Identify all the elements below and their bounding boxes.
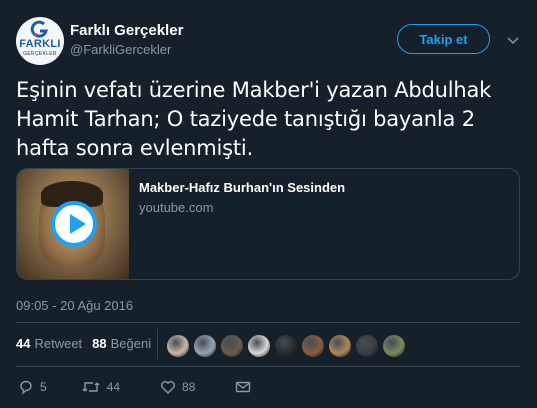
avatar-logo-sub: GERÇEKLER <box>23 51 57 57</box>
divider <box>16 366 520 367</box>
play-icon[interactable] <box>51 201 97 247</box>
tweet-text: Eşinin vefatı üzerine Makber'i yazan Abd… <box>16 78 492 160</box>
avatar[interactable]: FARKLI GERÇEKLER <box>16 17 64 65</box>
card-thumbnail[interactable] <box>17 169 129 279</box>
liker-avatar[interactable] <box>247 334 271 358</box>
like-button[interactable]: 88 <box>160 379 195 395</box>
retweet-icon <box>81 379 101 395</box>
liker-avatars <box>166 334 409 358</box>
like-stat-label: Beğeni <box>110 336 152 351</box>
retweet-button[interactable]: 44 <box>81 379 120 395</box>
stats-separator <box>157 329 158 359</box>
author-name[interactable]: Farklı Gerçekler <box>70 22 183 39</box>
liker-avatar[interactable] <box>355 334 379 358</box>
direct-message-button[interactable] <box>235 379 251 395</box>
tweet-actions: 5 44 88 <box>16 376 251 398</box>
like-stat-count: 88 <box>92 336 107 351</box>
follow-button[interactable]: Takip et <box>397 24 490 54</box>
reply-button[interactable]: 5 <box>18 379 47 395</box>
like-count: 88 <box>182 380 196 394</box>
reply-count: 5 <box>40 380 47 394</box>
divider <box>16 322 520 323</box>
retweet-stat-count: 44 <box>16 336 31 351</box>
heart-icon <box>160 379 176 395</box>
liker-avatar[interactable] <box>301 334 325 358</box>
retweet-stat-label: Retweet <box>34 336 83 351</box>
card-title[interactable]: Makber-Hafız Burhan'ın Sesinden <box>139 180 345 195</box>
envelope-icon <box>235 379 251 395</box>
liker-avatar[interactable] <box>193 334 217 358</box>
retweet-count: 44 <box>106 380 121 394</box>
engagement-stats: 44 Retweet 88 Beğeni <box>16 336 161 351</box>
liker-avatar[interactable] <box>166 334 190 358</box>
reply-icon <box>18 379 34 395</box>
card-domain: youtube.com <box>139 200 214 215</box>
liker-avatar[interactable] <box>382 334 406 358</box>
author-handle[interactable]: @FarkliGercekler <box>70 42 171 57</box>
link-card[interactable]: Makber-Hafız Burhan'ın Sesinden youtube.… <box>16 168 520 280</box>
chevron-down-icon[interactable] <box>507 34 519 46</box>
tweet-timestamp[interactable]: 09:05 - 20 Ağu 2016 <box>16 298 133 313</box>
liker-avatar[interactable] <box>328 334 352 358</box>
liker-avatar[interactable] <box>274 334 298 358</box>
like-stat[interactable]: 88 Beğeni <box>92 336 151 351</box>
avatar-logo-word: FARKLI <box>19 38 61 50</box>
retweet-stat[interactable]: 44 Retweet <box>16 336 82 351</box>
liker-avatar[interactable] <box>220 334 244 358</box>
tweet-header: FARKLI GERÇEKLER Farklı Gerçekler @Farkl… <box>0 0 537 70</box>
